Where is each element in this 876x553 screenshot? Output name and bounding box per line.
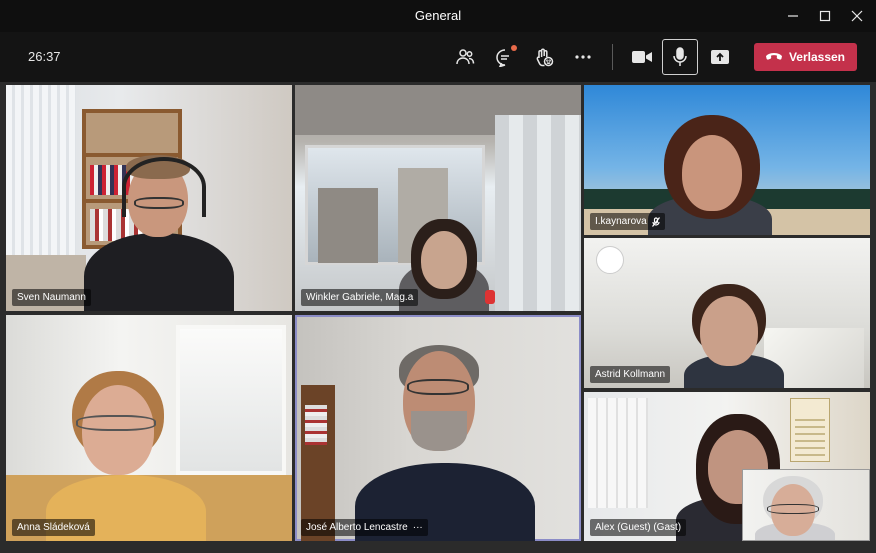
camera-button[interactable] [624, 39, 660, 75]
close-icon [851, 10, 863, 22]
meeting-timer: 26:37 [28, 49, 61, 64]
microphone-icon [673, 47, 687, 66]
window-blinds [6, 85, 76, 255]
video-tile[interactable]: I.kaynarova [584, 85, 870, 235]
share-screen-button[interactable] [702, 39, 738, 75]
video-tile[interactable]: Astrid Kollmann [584, 238, 870, 388]
title-bar: General [0, 0, 876, 32]
participant-more-button[interactable]: ··· [413, 522, 423, 533]
more-options-button[interactable] [565, 39, 601, 75]
more-icon [575, 55, 591, 59]
participant-name-label: Alex (Guest) (Gast) [590, 519, 687, 536]
meeting-toolbar: 26:37 Verlassen [0, 32, 876, 82]
participant-name-label: Astrid Kollmann [590, 366, 671, 383]
bookshelf [301, 385, 335, 541]
participant-name-label: Anna Sládeková [12, 519, 95, 536]
chat-notification-badge [511, 45, 517, 51]
beard [411, 411, 467, 451]
participants-icon [456, 49, 475, 65]
chat-button[interactable] [487, 39, 523, 75]
participant-body [84, 233, 234, 311]
minimize-button[interactable] [782, 6, 804, 26]
self-view[interactable] [742, 469, 870, 541]
video-tile[interactable]: Sven Naumann [6, 85, 292, 311]
video-stage: Sven Naumann Winkler Gabriele, Mag.a I.k… [0, 82, 876, 553]
muted-microphone-icon [651, 216, 660, 227]
participant-head [700, 296, 758, 366]
hangup-icon [765, 53, 782, 60]
participant-name-label: I.kaynarova [590, 213, 665, 230]
participant-name-label: Sven Naumann [12, 289, 91, 306]
toolbar-divider [612, 44, 613, 70]
minimize-icon [788, 15, 798, 17]
ceiling-lamp [596, 246, 624, 274]
leave-label: Verlassen [788, 50, 846, 64]
window-view [176, 325, 286, 475]
participant-name-label: Winkler Gabriele, Mag.a [301, 289, 419, 306]
participant-name: I.kaynarova [595, 216, 647, 227]
microphone-button[interactable] [662, 39, 698, 75]
camera-icon [632, 51, 652, 63]
close-button[interactable] [846, 6, 868, 26]
video-tile[interactable]: Winkler Gabriele, Mag.a [295, 85, 581, 311]
video-tile-active-speaker[interactable]: José Alberto Lencastre ··· [295, 315, 581, 541]
wall-calendar [790, 398, 830, 462]
reactions-icon [536, 48, 554, 67]
leave-button[interactable]: Verlassen [754, 43, 857, 71]
share-icon [711, 50, 729, 64]
maximize-icon [819, 10, 831, 22]
participant-head [421, 231, 467, 289]
reactions-button[interactable] [526, 39, 562, 75]
maximize-button[interactable] [814, 6, 836, 26]
window-title: General [414, 8, 462, 23]
participants-button[interactable] [447, 39, 483, 75]
video-tile[interactable]: Anna Sládeková [6, 315, 292, 541]
participant-name: José Alberto Lencastre [306, 522, 408, 533]
participant-name-label: José Alberto Lencastre ··· [301, 519, 428, 536]
participant-head [682, 135, 742, 211]
